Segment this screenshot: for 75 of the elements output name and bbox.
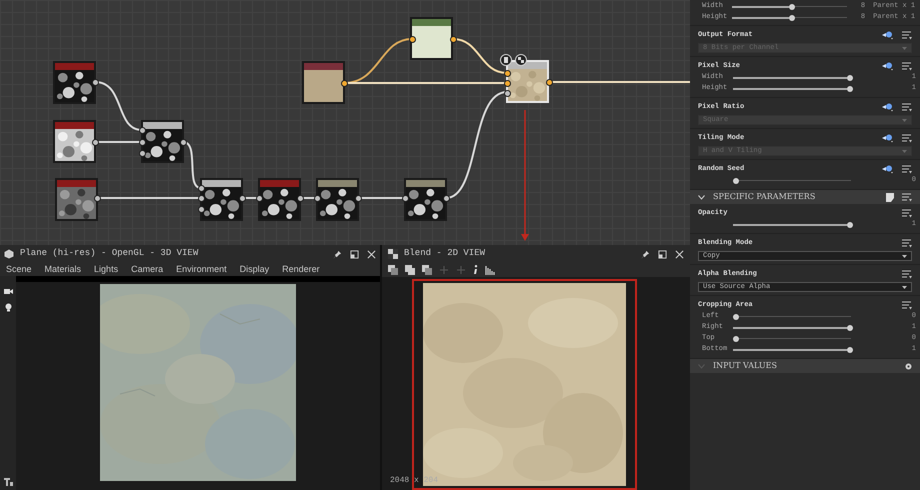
graph-node[interactable] xyxy=(55,178,98,221)
menu-item[interactable]: Scene xyxy=(6,265,32,274)
menu-item[interactable]: Materials xyxy=(44,265,82,274)
slider-thumb[interactable] xyxy=(847,86,853,92)
menu-item[interactable]: Environment xyxy=(176,265,227,274)
graph-node[interactable] xyxy=(316,178,359,221)
graph-node[interactable] xyxy=(53,120,96,163)
slider-thumb[interactable] xyxy=(733,178,739,184)
slider[interactable] xyxy=(733,336,851,342)
copy-icon[interactable] xyxy=(422,265,432,275)
slider-thumb[interactable] xyxy=(789,4,796,10)
close-icon[interactable] xyxy=(675,250,684,258)
caret-icon xyxy=(902,286,907,288)
close-icon[interactable] xyxy=(367,250,376,258)
color-swatch xyxy=(412,26,451,58)
slider-thumb[interactable] xyxy=(789,14,796,20)
menu-item[interactable]: Display xyxy=(240,265,270,274)
caret-icon xyxy=(902,118,907,122)
info-icon[interactable] xyxy=(473,265,478,275)
chevron-icon xyxy=(698,194,705,200)
caret-icon xyxy=(902,254,907,258)
slider-thumb[interactable] xyxy=(847,346,853,352)
slider-thumb[interactable] xyxy=(847,222,853,228)
link-gear-icon[interactable] xyxy=(882,133,894,143)
graph-node[interactable] xyxy=(302,61,345,104)
panel-title: Blend - 2D VIEW xyxy=(404,247,486,260)
lightbulb-icon[interactable] xyxy=(4,303,12,312)
color-swatch xyxy=(304,70,343,102)
layers-icon[interactable] xyxy=(388,265,398,275)
graph-node[interactable] xyxy=(53,61,96,104)
pin-icon[interactable] xyxy=(641,250,650,258)
graph-node[interactable] xyxy=(410,17,453,60)
gear-icon[interactable] xyxy=(905,362,912,370)
menu-item[interactable]: Camera xyxy=(131,265,164,274)
slider[interactable] xyxy=(733,222,851,228)
checker-icon[interactable] xyxy=(515,54,527,66)
section-header[interactable]: INPUT VALUES xyxy=(690,359,920,373)
slider-thumb[interactable] xyxy=(847,74,853,80)
graph-node[interactable] xyxy=(141,120,184,163)
caret-icon xyxy=(902,150,907,152)
link-gear-icon[interactable] xyxy=(882,61,894,71)
graph-node[interactable] xyxy=(404,178,447,221)
slider[interactable] xyxy=(733,324,851,330)
document-icon[interactable] xyxy=(886,192,894,202)
slider[interactable] xyxy=(733,86,851,92)
slider[interactable] xyxy=(732,14,848,20)
slider[interactable] xyxy=(733,178,851,184)
histogram-icon[interactable] xyxy=(485,265,495,275)
menu-item[interactable]: Lights xyxy=(94,265,118,274)
camera-icon[interactable] xyxy=(4,288,12,295)
graph-node[interactable] xyxy=(258,178,301,221)
slider[interactable] xyxy=(733,74,851,80)
slider[interactable] xyxy=(732,4,848,10)
link-gear-icon[interactable] xyxy=(882,164,894,174)
chevron-icon xyxy=(698,364,705,368)
slider-thumb[interactable] xyxy=(847,324,853,330)
save-icon[interactable] xyxy=(405,265,415,275)
section-header[interactable]: SPECIFIC PARAMETERS xyxy=(690,190,920,204)
slider-thumb[interactable] xyxy=(733,336,739,342)
panel-title: Plane (hi-res) - OpenGL - 3D VIEW xyxy=(20,247,200,260)
text-icon[interactable] xyxy=(4,478,12,486)
pin-icon[interactable] xyxy=(333,250,342,258)
slider-thumb[interactable] xyxy=(733,314,739,320)
link-gear-icon[interactable] xyxy=(882,102,894,112)
document-icon[interactable] xyxy=(500,54,512,66)
maximize-icon[interactable] xyxy=(350,250,359,258)
maximize-icon[interactable] xyxy=(658,250,667,258)
cube-icon xyxy=(4,249,14,259)
slider[interactable] xyxy=(733,346,851,352)
checker-icon xyxy=(388,249,398,259)
slider[interactable] xyxy=(733,314,851,320)
link-gear-icon[interactable] xyxy=(882,30,894,40)
graph-node[interactable] xyxy=(200,178,243,221)
menu-item[interactable]: Renderer xyxy=(282,265,320,274)
caret-icon xyxy=(902,46,907,50)
